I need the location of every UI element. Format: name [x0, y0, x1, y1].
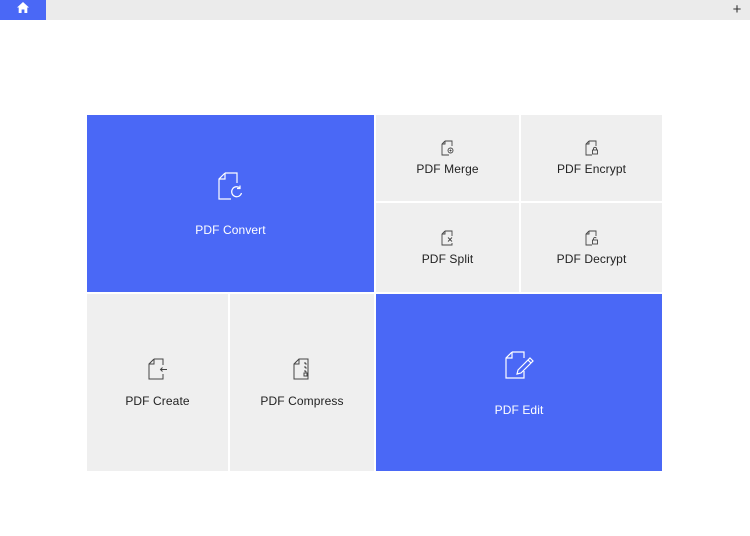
pdf-encrypt-tile[interactable]: PDF Encrypt	[521, 115, 662, 201]
pdf-convert-tile[interactable]: PDF Convert	[87, 115, 374, 292]
pdf-compress-label: PDF Compress	[260, 393, 344, 408]
file-merge-icon	[441, 140, 455, 156]
file-create-icon	[148, 358, 168, 380]
pdf-split-tile[interactable]: PDF Split	[376, 203, 519, 292]
file-convert-icon	[217, 171, 245, 201]
new-tab-button[interactable]: +	[730, 0, 744, 20]
pdf-edit-tile[interactable]: PDF Edit	[376, 294, 662, 471]
file-split-icon	[441, 230, 455, 246]
home-icon	[16, 1, 30, 19]
top-bar: +	[0, 0, 750, 20]
file-unlock-icon	[585, 230, 599, 246]
pdf-decrypt-label: PDF Decrypt	[556, 251, 627, 266]
home-tab[interactable]	[0, 0, 46, 20]
pdf-convert-label: PDF Convert	[195, 222, 266, 237]
pdf-decrypt-tile[interactable]: PDF Decrypt	[521, 203, 662, 292]
pdf-create-label: PDF Create	[125, 393, 190, 408]
pdf-encrypt-label: PDF Encrypt	[556, 162, 627, 176]
pdf-merge-label: PDF Merge	[416, 162, 479, 176]
file-zip-icon	[293, 358, 311, 380]
pdf-create-tile[interactable]: PDF Create	[87, 294, 228, 471]
pdf-edit-label: PDF Edit	[494, 402, 544, 417]
pdf-split-label: PDF Split	[421, 251, 474, 266]
pdf-merge-tile[interactable]: PDF Merge	[376, 115, 519, 201]
file-edit-icon	[503, 349, 535, 381]
file-lock-icon	[585, 140, 599, 156]
pdf-compress-tile[interactable]: PDF Compress	[230, 294, 374, 471]
